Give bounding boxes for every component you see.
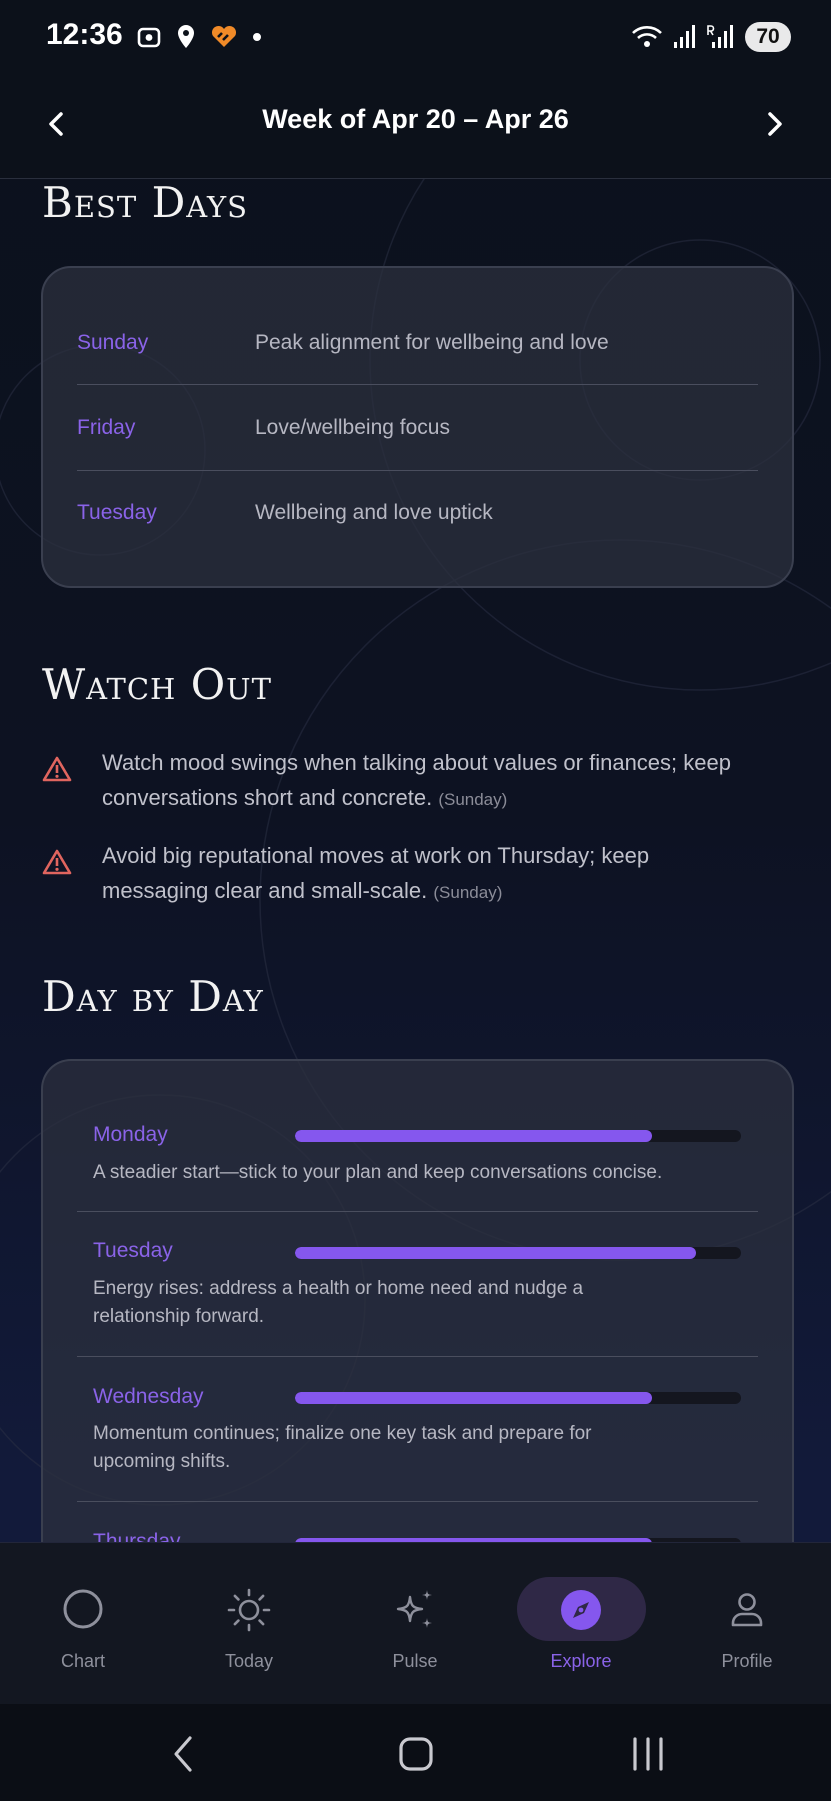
day-description: Energy rises: address a health or home n…	[93, 1275, 753, 1331]
day-desc-line: Momentum continues; finalize one key tas…	[93, 1423, 592, 1444]
warning-text: messaging clear and small-scale.	[102, 878, 428, 903]
best-day-row: Friday Love/wellbeing focus	[77, 385, 758, 470]
system-navigation-bar	[0, 1704, 831, 1801]
warning-item: Avoid big reputational moves at work on …	[42, 838, 802, 910]
status-bar: 12:36 70	[0, 0, 831, 78]
sun-icon	[227, 1588, 271, 1632]
compass-icon	[561, 1590, 601, 1630]
watch-out-title: Watch Out	[42, 660, 272, 709]
signal-icon	[674, 25, 695, 48]
day-name: Tuesday	[93, 1239, 173, 1262]
day-energy-bar	[295, 1130, 741, 1142]
day-energy-fill	[295, 1392, 652, 1404]
day-desc-line: Energy rises: address a health or home n…	[93, 1278, 584, 1299]
tab-pulse[interactable]: Pulse	[332, 1543, 498, 1705]
day-energy-bar	[295, 1247, 741, 1259]
best-days-card: Sunday Peak alignment for wellbeing and …	[41, 266, 794, 588]
day-name: Monday	[93, 1123, 168, 1146]
warning-text: Watch mood swings when talking about val…	[102, 750, 731, 775]
back-arrow-icon	[174, 1736, 192, 1772]
tab-label: Chart	[60, 1651, 105, 1671]
day-energy-fill	[295, 1247, 697, 1259]
tab-label: Today	[224, 1651, 274, 1671]
warning-source: (Sunday)	[433, 883, 503, 902]
divider	[77, 1501, 758, 1502]
warning-icon	[42, 756, 72, 782]
week-header: Week of Apr 20 – Apr 26	[0, 78, 831, 179]
day-desc-line: A steadier start—stick to your plan and …	[93, 1162, 663, 1183]
warning-icon	[42, 849, 72, 875]
chevron-right-icon	[768, 112, 782, 136]
tab-label: Pulse	[392, 1651, 438, 1671]
tab-explore[interactable]: Explore	[498, 1543, 664, 1705]
day-desc-line: relationship forward.	[93, 1306, 265, 1327]
next-week-button[interactable]	[757, 106, 793, 142]
recents-icon	[633, 1737, 663, 1771]
tab-profile[interactable]: Profile	[664, 1543, 830, 1705]
day-energy-bar	[295, 1392, 741, 1404]
best-day-desc: Peak alignment for wellbeing and love	[255, 330, 609, 354]
day-by-day-title: Day by Day	[42, 972, 264, 1021]
warning-source: (Sunday)	[438, 790, 508, 809]
tab-chart[interactable]: Chart	[0, 1543, 166, 1705]
home-icon	[399, 1737, 433, 1771]
bottom-tab-bar: Chart Today Pulse Explore Profile	[0, 1542, 831, 1705]
app-heart-icon	[211, 25, 237, 47]
best-day-name: Friday	[77, 415, 136, 439]
divider	[77, 1211, 758, 1212]
warning-text: conversations short and concrete.	[102, 785, 433, 810]
day-energy-fill	[295, 1130, 652, 1142]
wifi-icon	[632, 26, 662, 47]
location-icon	[178, 25, 194, 48]
best-day-row: Tuesday Wellbeing and love uptick	[77, 470, 758, 555]
best-day-desc: Wellbeing and love uptick	[255, 500, 493, 524]
battery-indicator: 70	[745, 22, 791, 52]
circle-icon	[63, 1589, 103, 1629]
status-system-icons: 70	[631, 22, 791, 52]
dot-icon	[253, 33, 261, 41]
status-time: 12:36	[46, 18, 123, 51]
day-name: Wednesday	[93, 1385, 204, 1408]
tab-label: Explore	[550, 1651, 612, 1671]
sparkle-icon	[396, 1590, 432, 1628]
day-by-day-card: Monday A steadier start—stick to your pl…	[41, 1059, 794, 1621]
system-back-button[interactable]	[168, 1734, 198, 1778]
warning-item: Watch mood swings when talking about val…	[42, 745, 802, 817]
day-desc-line: upcoming shifts.	[93, 1451, 231, 1472]
tab-label: Profile	[721, 1651, 773, 1671]
system-recents-button[interactable]	[630, 1734, 666, 1778]
system-home-button[interactable]	[398, 1734, 434, 1778]
best-days-title: Best Days	[42, 178, 249, 227]
best-day-name: Sunday	[77, 330, 149, 354]
person-icon	[731, 1593, 763, 1627]
status-notification-icons	[136, 24, 262, 50]
day-description: Momentum continues; finalize one key tas…	[93, 1420, 753, 1476]
best-day-row: Sunday Peak alignment for wellbeing and …	[77, 300, 758, 385]
best-day-name: Tuesday	[77, 500, 157, 524]
warning-text: Avoid big reputational moves at work on …	[102, 843, 650, 868]
signal-roaming-icon	[707, 25, 733, 48]
best-day-desc: Love/wellbeing focus	[255, 415, 450, 439]
screenshot-icon	[137, 27, 161, 48]
divider	[77, 1356, 758, 1357]
tab-today[interactable]: Today	[166, 1543, 332, 1705]
day-description: A steadier start—stick to your plan and …	[93, 1159, 753, 1187]
week-title: Week of Apr 20 – Apr 26	[262, 104, 569, 134]
